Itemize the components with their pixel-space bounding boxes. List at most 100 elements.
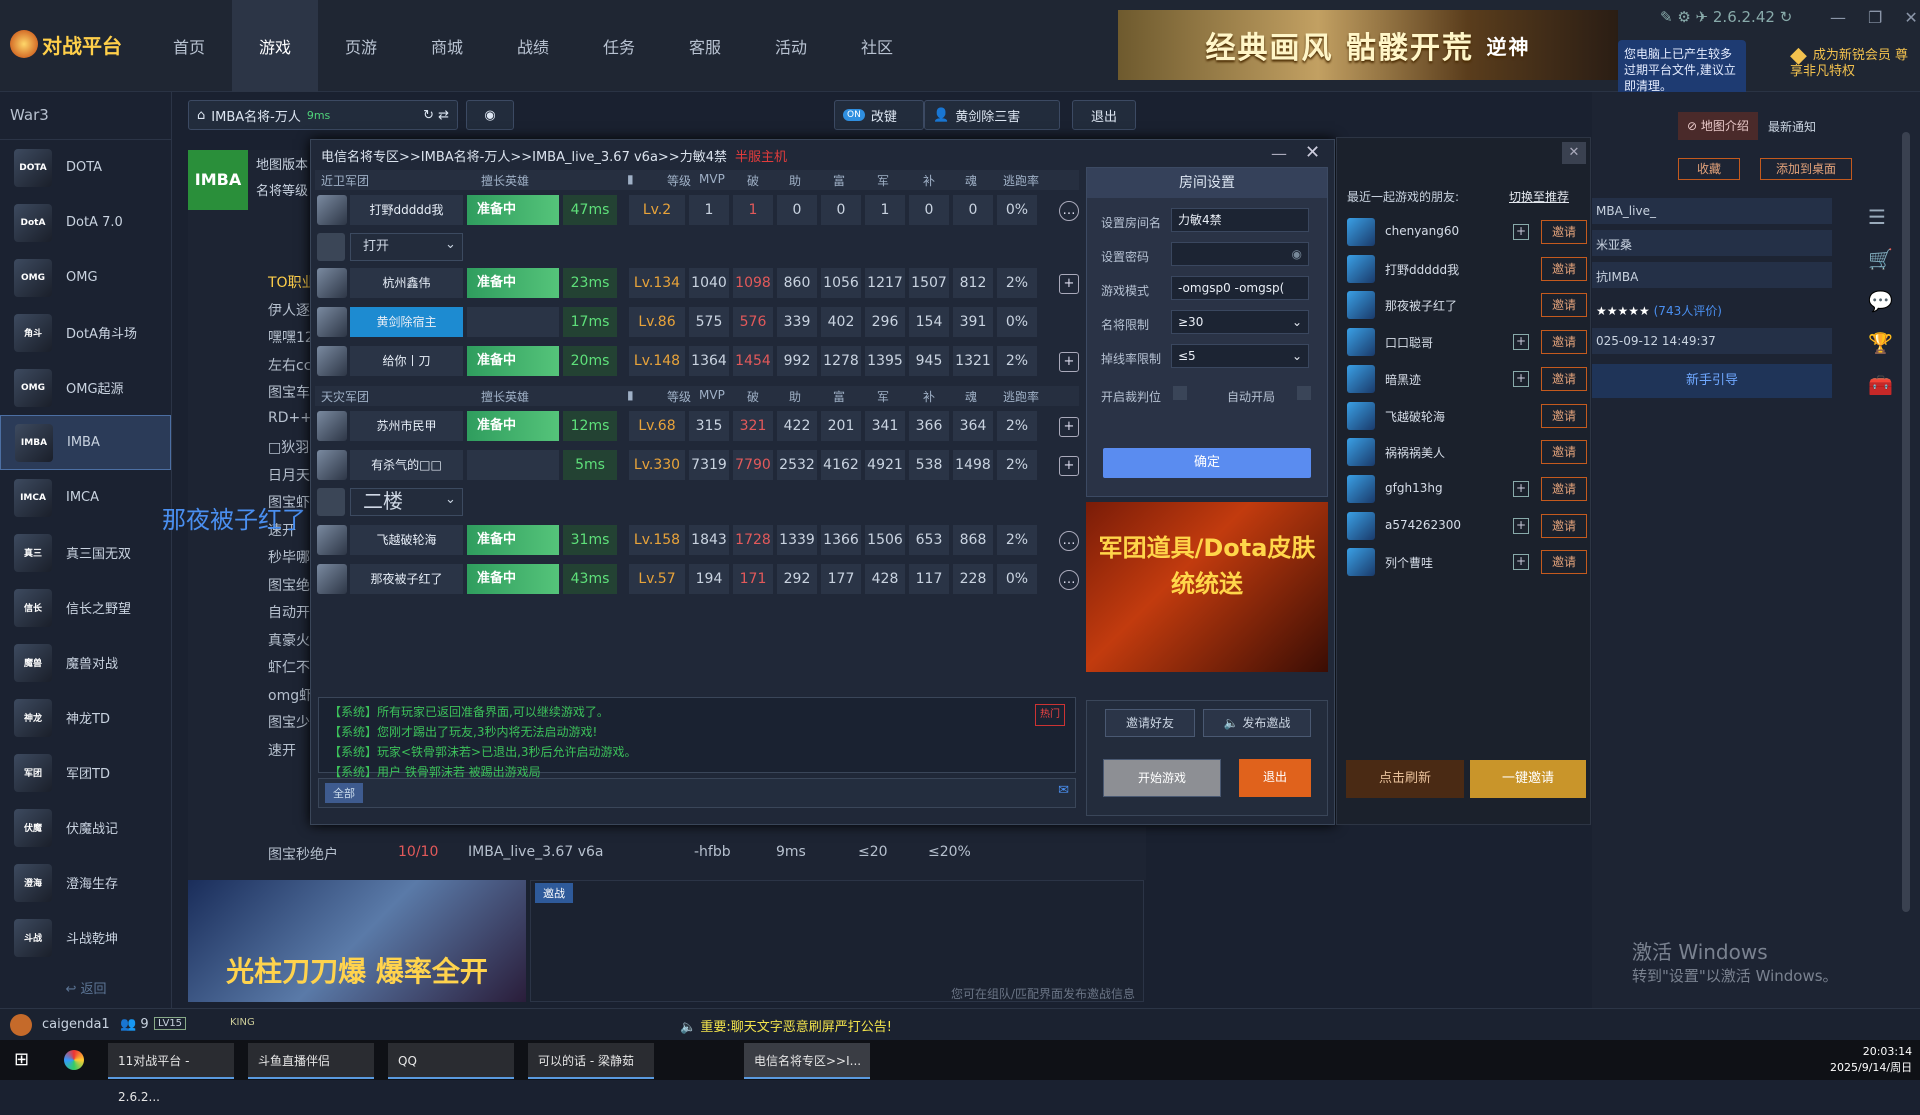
windows-start-icon[interactable]: ⊞ bbox=[14, 1049, 29, 1070]
add-friend-icon[interactable]: + bbox=[1059, 274, 1079, 294]
friend-row[interactable]: 口口聪哥 + 邀请 bbox=[1347, 324, 1587, 360]
start-game-button[interactable]: 开始游戏 bbox=[1103, 759, 1221, 797]
sidebar-item-11[interactable]: 军团 军团TD bbox=[0, 745, 171, 800]
chat-bubble-icon[interactable]: … bbox=[1059, 531, 1079, 551]
taskbar-item-1[interactable]: 斗鱼直播伴侣 bbox=[248, 1043, 374, 1079]
sidebar-item-1[interactable]: DotA DotA 7.0 bbox=[0, 195, 171, 250]
refresh-icon[interactable]: ↻ bbox=[1780, 8, 1793, 26]
nav-8[interactable]: 社区 bbox=[834, 0, 920, 92]
add-friend-icon[interactable]: + bbox=[1059, 417, 1079, 437]
restore-icon[interactable]: ❐ bbox=[1868, 8, 1882, 27]
nav-1[interactable]: 游戏 bbox=[232, 0, 318, 92]
player-row[interactable]: 打野ddddd我 准备中 47ms Lv.2 1 1 0 0 1 0 0 0%… bbox=[315, 192, 1079, 229]
taskbar-item-0[interactable]: 11对战平台 - 2.6.2... bbox=[108, 1043, 234, 1104]
player-avatar[interactable] bbox=[317, 450, 347, 480]
promo-ad-skins[interactable]: 军团道具/Dota皮肤 统统送 bbox=[1086, 502, 1328, 672]
news-tab[interactable]: 最新通知 bbox=[1768, 118, 1816, 135]
toggle-switch[interactable]: ON bbox=[843, 109, 865, 121]
invite-button[interactable]: 邀请 bbox=[1541, 513, 1587, 538]
auto-start-checkbox[interactable] bbox=[1297, 386, 1311, 400]
player-row[interactable]: 给你丨刀 准备中 20ms Lv.148 1364 1454 992 1278 1395 945 1… bbox=[315, 343, 1079, 380]
side-tool-icons[interactable]: ☰ 🛒 💬 🏆 🧰 bbox=[1868, 196, 1893, 406]
confirm-button[interactable]: 确定 bbox=[1103, 448, 1311, 478]
player-row[interactable]: 杭州鑫伟 准备中 23ms Lv.134 1040 1098 860 1056 1217 1507… bbox=[315, 265, 1079, 302]
sidebar-item-0[interactable]: DOTA DOTA bbox=[0, 140, 171, 195]
add-friend-icon[interactable]: + bbox=[1513, 370, 1529, 387]
player-name[interactable]: 给你丨刀 bbox=[350, 346, 463, 376]
add-friend-icon[interactable]: + bbox=[1059, 352, 1079, 372]
add-friend-icon[interactable]: + bbox=[1059, 456, 1079, 476]
nav-7[interactable]: 活动 bbox=[748, 0, 834, 92]
sidebar-item-6[interactable]: IMCA IMCA bbox=[0, 470, 171, 525]
clock[interactable]: 20:03:14 2025/9/14/周日 bbox=[1830, 1044, 1912, 1076]
level-limit-select[interactable]: ≥30 ⌄ bbox=[1171, 310, 1309, 334]
room-selector[interactable]: ⌂ IMBA名将-万人 9ms ↻ ⇄ bbox=[188, 100, 458, 130]
add-friend-icon[interactable]: + bbox=[1513, 554, 1529, 571]
add-desktop-button[interactable]: 添加到桌面 bbox=[1760, 158, 1852, 180]
friend-row[interactable]: 飞越破轮海 邀请 bbox=[1347, 398, 1587, 434]
player-avatar[interactable] bbox=[317, 564, 347, 594]
invite-button[interactable]: 邀请 bbox=[1541, 476, 1587, 501]
minimize-icon[interactable]: — bbox=[1830, 8, 1846, 27]
invite-button[interactable]: 邀请 bbox=[1541, 366, 1587, 391]
invite-button[interactable]: 邀请 bbox=[1541, 330, 1587, 355]
player-avatar[interactable] bbox=[317, 525, 347, 555]
invite-button[interactable]: 邀请 bbox=[1541, 550, 1587, 575]
sidebar-item-10[interactable]: 神龙 神龙TD bbox=[0, 690, 171, 745]
nav-0[interactable]: 首页 bbox=[146, 0, 232, 92]
close-friends-icon[interactable]: ✕ bbox=[1562, 142, 1586, 164]
invite-battle-tab[interactable]: 邀战 bbox=[535, 883, 573, 903]
player-name[interactable]: 打野ddddd我 bbox=[350, 195, 463, 225]
add-friend-icon[interactable]: + bbox=[1513, 224, 1529, 240]
nav-6[interactable]: 客服 bbox=[662, 0, 748, 92]
taskbar-item-4[interactable]: 电信名将专区>>I... bbox=[744, 1043, 870, 1079]
player-avatar[interactable] bbox=[317, 346, 347, 376]
player-name[interactable]: 有杀气的□□ bbox=[350, 450, 463, 480]
player-name[interactable]: 杭州鑫伟 bbox=[350, 268, 463, 298]
broadcast-button[interactable]: 🔈 发布邀战 bbox=[1203, 709, 1311, 737]
globe-button[interactable]: ◉ bbox=[466, 100, 514, 130]
player-avatar[interactable] bbox=[317, 307, 347, 337]
invite-button[interactable]: 邀请 bbox=[1541, 220, 1587, 244]
beginner-guide-button[interactable]: 新手引导 bbox=[1592, 364, 1832, 398]
minimize-dialog-icon[interactable]: — bbox=[1271, 144, 1287, 163]
nav-2[interactable]: 页游 bbox=[318, 0, 404, 92]
player-avatar[interactable] bbox=[317, 268, 347, 298]
friend-row[interactable]: chenyang60 + 邀请 bbox=[1347, 214, 1587, 250]
invite-friends-button[interactable]: 邀请好友 bbox=[1105, 709, 1195, 737]
close-icon[interactable]: ✕ bbox=[1904, 8, 1917, 27]
friend-row[interactable]: 那夜被子红了 邀请 bbox=[1347, 287, 1587, 323]
game-mode-select[interactable]: -omgsp0 -omgsp( bbox=[1171, 276, 1309, 300]
eye-icon[interactable]: ◉ bbox=[1292, 243, 1302, 265]
sidebar-item-2[interactable]: OMG OMG bbox=[0, 250, 171, 305]
add-friend-icon[interactable]: + bbox=[1513, 517, 1529, 534]
chrome-icon[interactable] bbox=[64, 1050, 84, 1070]
header-banner-ad[interactable]: 经典画风 骷髅开荒 逆神 bbox=[1118, 10, 1618, 80]
player-avatar[interactable] bbox=[317, 195, 347, 225]
friend-row[interactable]: 暗黑迹 + 邀请 bbox=[1347, 361, 1587, 397]
sidebar-item-7[interactable]: 真三 真三国无双 bbox=[0, 525, 171, 580]
invite-button[interactable]: 邀请 bbox=[1541, 403, 1587, 428]
favorite-button[interactable]: 收藏 bbox=[1678, 158, 1740, 180]
chat-filter-select[interactable]: 全部 bbox=[325, 783, 363, 803]
scrollbar[interactable] bbox=[1902, 132, 1910, 912]
friend-row[interactable]: 列个曹哇 + 邀请 bbox=[1347, 544, 1587, 580]
sidebar-item-5[interactable]: IMBA IMBA bbox=[0, 415, 171, 470]
friends-count[interactable]: 👥 9 bbox=[120, 1017, 149, 1032]
taskbar-item-3[interactable]: 可以的话 - 梁静茹 bbox=[528, 1043, 654, 1079]
nav-4[interactable]: 战绩 bbox=[490, 0, 576, 92]
room-name-input[interactable]: 力敏4禁 bbox=[1171, 208, 1309, 232]
invite-button[interactable]: 邀请 bbox=[1541, 256, 1587, 281]
chat-bubble-icon[interactable]: … bbox=[1059, 201, 1079, 221]
friend-row[interactable]: 祸祸祸美人 邀请 bbox=[1347, 434, 1587, 470]
bottom-ad-banner[interactable]: 光柱刀刀爆 爆率全开 bbox=[188, 880, 526, 1002]
refresh-icon[interactable]: ↻ ⇄ bbox=[423, 108, 449, 123]
room-quit-button[interactable]: 退出 bbox=[1239, 759, 1311, 797]
player-name[interactable]: 飞越破轮海 bbox=[350, 525, 463, 555]
vip-promo[interactable]: ◆ 成为新锐会员 尊享非凡特权 bbox=[1790, 45, 1920, 80]
friend-row[interactable]: gfgh13hg + 邀请 bbox=[1347, 471, 1587, 507]
key-remap-button[interactable]: ON 改键 bbox=[834, 100, 924, 130]
system-notice[interactable]: 🔈 重要:聊天文字恶意刷屏严打公告! bbox=[680, 1016, 892, 1035]
sidebar-item-3[interactable]: 角斗 DotA角斗场 bbox=[0, 305, 171, 360]
add-friend-icon[interactable]: + bbox=[1513, 480, 1529, 497]
